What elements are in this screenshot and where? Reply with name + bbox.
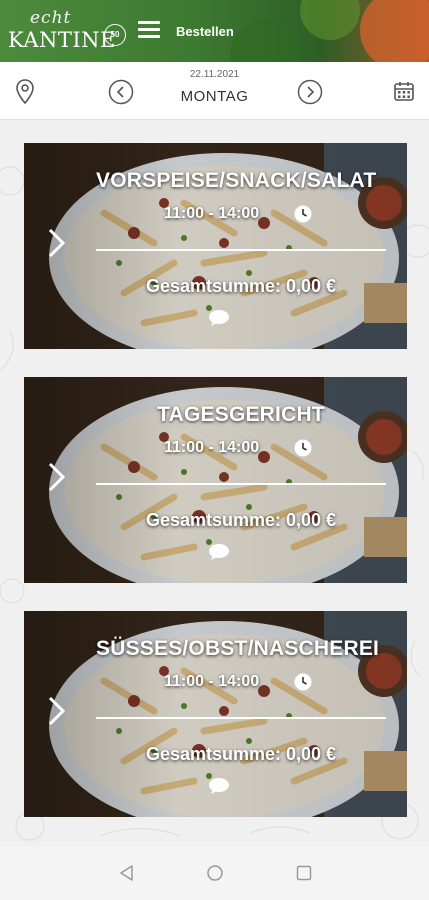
expand-chevron-right-icon[interactable] <box>46 695 68 727</box>
comment-icon[interactable] <box>208 777 230 795</box>
expand-chevron-right-icon[interactable] <box>46 227 68 259</box>
header-background-decoration <box>230 20 300 62</box>
header-background-decoration <box>360 0 429 62</box>
expand-chevron-right-icon[interactable] <box>46 461 68 493</box>
total-sum: Gesamtsumme: 0,00 € <box>145 744 337 764</box>
logo-main-text: KANTINE <box>8 28 116 52</box>
date-navigation-bar: 22.11.2021 MONTAG <box>0 62 429 120</box>
hamburger-menu-icon[interactable] <box>138 21 160 39</box>
app-header: echt KANTINE 50 Bestellen <box>0 0 429 62</box>
next-day-chevron-right-icon[interactable] <box>297 79 323 105</box>
category-card-vorspeise[interactable]: VORSPEISE/SNACK/SALAT 11:00 - 14:00 Gesa… <box>24 143 407 349</box>
category-title: SÜSSES/OBST/NASCHEREI <box>96 637 380 660</box>
opening-hours: 11:00 - 14:00 <box>164 439 260 456</box>
back-icon[interactable] <box>118 864 136 882</box>
comment-icon[interactable] <box>208 309 230 327</box>
header-background-decoration <box>300 0 360 40</box>
category-title: TAGESGERICHT <box>157 403 325 426</box>
selected-date: 22.11.2021 <box>189 69 240 80</box>
page-title: Bestellen <box>176 24 234 39</box>
opening-hours: 11:00 - 14:00 <box>164 673 260 690</box>
calendar-icon[interactable] <box>393 80 415 102</box>
selected-weekday: MONTAG <box>180 88 249 105</box>
total-sum: Gesamtsumme: 0,00 € <box>145 276 337 296</box>
total-sum: Gesamtsumme: 0,00 € <box>145 510 337 530</box>
clock-icon <box>294 439 312 457</box>
logo-badge: 50 <box>104 24 126 46</box>
category-card-suesses[interactable]: SÜSSES/OBST/NASCHEREI 11:00 - 14:00 Gesa… <box>24 611 407 817</box>
clock-icon <box>294 673 312 691</box>
recents-icon[interactable] <box>295 864 313 882</box>
home-icon[interactable] <box>206 864 224 882</box>
divider <box>96 249 386 251</box>
divider <box>96 717 386 719</box>
category-title: VORSPEISE/SNACK/SALAT <box>96 169 377 192</box>
comment-icon[interactable] <box>208 543 230 561</box>
divider <box>96 483 386 485</box>
opening-hours: 11:00 - 14:00 <box>164 205 260 222</box>
clock-icon <box>294 205 312 223</box>
category-list: VORSPEISE/SNACK/SALAT 11:00 - 14:00 Gesa… <box>0 121 429 846</box>
category-card-tagesgericht[interactable]: TAGESGERICHT 11:00 - 14:00 Gesamtsumme: … <box>24 377 407 583</box>
logo[interactable]: echt KANTINE 50 <box>8 8 126 56</box>
system-navigation-bar <box>0 846 429 900</box>
logo-script-text: echt <box>30 8 72 28</box>
